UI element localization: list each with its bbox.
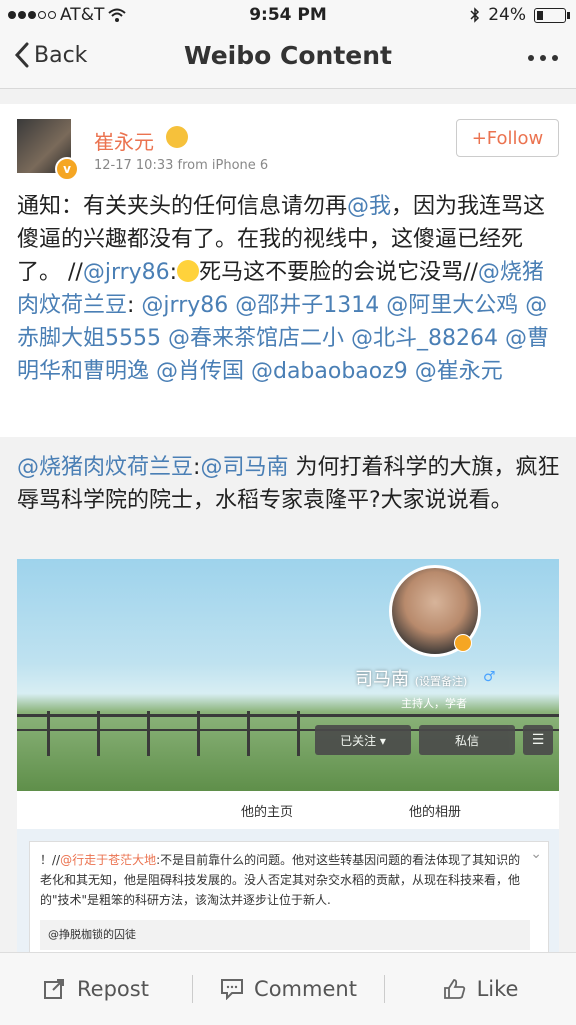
post-text-segment: : [169,260,178,285]
repost-icon [44,979,65,999]
action-toolbar: Repost Comment Like [0,952,576,1025]
profile-description: 主持人，学者 [401,697,467,710]
post-time: 12-17 10:33 [94,158,174,173]
menu-icon: ☰ [523,725,553,755]
male-icon: ♂ [483,669,496,685]
chevron-down-icon: ⌄ [530,846,542,862]
profile-note: (设置备注) [414,675,468,688]
profile-name-text: 司马南 [355,669,409,690]
repost-label: Repost [77,977,149,1001]
comment-button[interactable]: Comment [193,953,384,1025]
mention-link[interactable]: @jrry86 [83,260,170,285]
status-bar: AT&T 9:54 PM 24% [0,0,576,30]
comment-box: ！//@行走于苍茫大地:不是目前靠什么的问题。他对这些转基因问题的看法体现了其知… [29,841,549,952]
profile-avatar [389,565,481,657]
post-text-segment: : [127,293,142,318]
laughing-emoji-icon [177,260,200,282]
post-text: 通知：有关夹头的任何信息请勿再@我，因为我连骂这傻逼的兴趣都没有了。在我的视线中… [17,190,562,388]
mention-link[interactable]: @司马南 [200,455,288,480]
battery-percent: 24% [488,5,526,25]
comment-text: ！//@行走于苍茫大地:不是目前靠什么的问题。他对这些转基因问题的看法体现了其知… [40,850,530,910]
comment-prefix: ！// [40,853,61,867]
fence-post [197,711,200,756]
more-options-button[interactable] [528,55,558,61]
user-name[interactable]: 崔永元 [94,126,154,155]
post-source: from iPhone 6 [177,158,269,173]
fence-post [147,711,150,756]
like-label: Like [476,977,519,1001]
profile-tabs: 他的主页 他的相册 [17,791,559,829]
reposted-content[interactable]: @烧猪肉炆荷兰豆:@司马南 为何打着科学的大旗，疯狂辱骂科学院的院士，水稻专家袁… [0,437,576,952]
followed-button: 已关注 ▾ [315,725,411,755]
thumbs-up-icon [443,979,465,999]
tab-home: 他的主页 [241,805,294,820]
battery-icon [534,7,570,23]
message-button: 私信 [419,725,515,755]
follow-button[interactable]: +Follow [456,119,559,157]
vip-icon [166,126,188,148]
post-text-segment: 死马这不要脸的会说它没骂// [199,260,478,285]
mention-link[interactable]: @烧猪肉炆荷兰豆 [17,455,193,480]
sub-comment: @挣脱枷锁的囚徒 [40,920,530,950]
repost-button[interactable]: Repost [0,953,192,1025]
fence-post [97,711,100,756]
comment-mention: @行走于苍茫大地 [60,853,157,867]
fence-post [247,711,250,756]
repost-image[interactable]: 司马南 (设置备注) ♂ 主持人，学者 已关注 ▾ 私信 ☰ 他的主页 他的相册… [17,559,559,952]
page-title: Weibo Content [184,41,392,70]
weibo-post-card: v 崔永元 12-17 10:33 from iPhone 6 +Follow … [0,104,576,437]
comment-area: ！//@行走于苍茫大地:不是目前靠什么的问题。他对这些转基因问题的看法体现了其知… [17,829,559,952]
verified-badge-icon [454,634,472,652]
post-meta: 12-17 10:33 from iPhone 6 [94,158,268,173]
post-text-segment: 通知：有关夹头的任何信息请勿再 [17,194,348,219]
tab-album: 他的相册 [409,805,462,820]
fence-post [297,711,300,756]
navigation-bar: Back Weibo Content [0,30,576,89]
bluetooth-icon [470,7,480,23]
repost-text: @烧猪肉炆荷兰豆:@司马南 为何打着科学的大旗，疯狂辱骂科学院的院士，水稻专家袁… [17,451,562,517]
avatar[interactable]: v [17,119,79,181]
like-button[interactable]: Like [385,953,576,1025]
mention-link[interactable]: @我 [347,194,391,219]
comment-icon [221,979,244,1000]
fence-post [47,711,50,756]
profile-name: 司马南 (设置备注) [355,665,467,691]
comment-label: Comment [254,977,357,1001]
verified-badge-icon: v [55,157,79,181]
